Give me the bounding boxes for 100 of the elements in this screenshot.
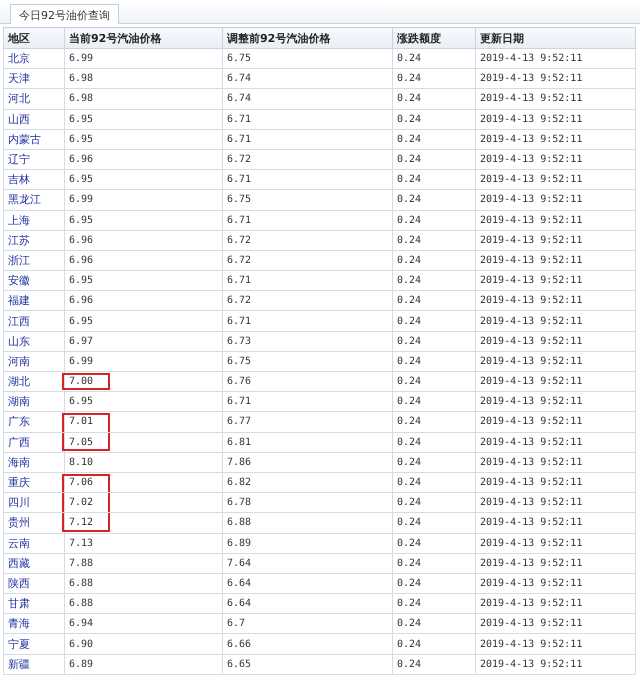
table-cell: 6.64 — [222, 573, 392, 594]
table-cell: 6.99 — [64, 48, 222, 69]
region-link[interactable]: 广东 — [4, 412, 64, 432]
table-cell: 6.95 — [64, 270, 222, 291]
region-link[interactable]: 黑龙江 — [4, 190, 64, 210]
region-link[interactable]: 甘肃 — [4, 594, 64, 614]
region-link[interactable]: 新疆 — [4, 654, 64, 674]
table-cell: 0.24 — [392, 533, 476, 554]
table-cell: 2019-4-13 9:52:11 — [476, 492, 636, 513]
table-cell: 6.96 — [64, 290, 222, 311]
region-link[interactable]: 天津 — [4, 68, 64, 89]
region-link[interactable]: 吉林 — [4, 170, 64, 190]
table-cell: 2019-4-13 9:52:11 — [476, 149, 636, 170]
table-cell: 7.64 — [222, 553, 392, 574]
region-link[interactable]: 重庆 — [4, 472, 64, 493]
region-link[interactable]: 上海 — [4, 210, 64, 230]
table-cell: 0.24 — [392, 432, 476, 452]
table-cell: 6.96 — [64, 250, 222, 271]
table-cell: 0.24 — [392, 573, 476, 594]
table-cell: 6.88 — [64, 573, 222, 594]
table-cell: 2019-4-13 9:52:11 — [476, 372, 636, 392]
table-cell: 6.66 — [222, 634, 392, 654]
region-link[interactable]: 浙江 — [4, 250, 64, 271]
table-cell: 6.95 — [64, 310, 222, 332]
region-link[interactable]: 福建 — [4, 290, 64, 311]
region-link[interactable]: 内蒙古 — [4, 129, 64, 150]
table-cell: 6.7 — [222, 614, 392, 634]
table-cell: 6.72 — [222, 230, 392, 250]
column-header: 涨跌额度 — [392, 28, 476, 48]
table-cell: 7.01 — [64, 412, 222, 432]
table-cell: 2019-4-13 9:52:11 — [476, 654, 636, 674]
table-cell: 6.95 — [64, 210, 222, 230]
table-cell: 0.24 — [392, 634, 476, 654]
table-cell: 2019-4-13 9:52:11 — [476, 88, 636, 110]
table-cell: 6.71 — [222, 210, 392, 230]
region-link[interactable]: 河南 — [4, 351, 64, 372]
table-cell: 0.24 — [392, 48, 476, 69]
table-cell: 2019-4-13 9:52:11 — [476, 48, 636, 69]
table-cell: 2019-4-13 9:52:11 — [476, 170, 636, 190]
table-cell: 6.81 — [222, 432, 392, 452]
table-cell: 6.64 — [222, 594, 392, 614]
region-link[interactable]: 安徽 — [4, 270, 64, 291]
region-link[interactable]: 江苏 — [4, 230, 64, 250]
table-cell: 0.24 — [392, 512, 476, 533]
table-cell: 2019-4-13 9:52:11 — [476, 270, 636, 291]
table-cell: 6.76 — [222, 372, 392, 392]
region-link[interactable]: 陕西 — [4, 573, 64, 594]
table-cell: 2019-4-13 9:52:11 — [476, 109, 636, 130]
table-cell: 2019-4-13 9:52:11 — [476, 594, 636, 614]
table-cell: 2019-4-13 9:52:11 — [476, 452, 636, 472]
table-cell: 0.24 — [392, 331, 476, 352]
table-cell: 0.24 — [392, 250, 476, 271]
table-cell: 6.75 — [222, 48, 392, 69]
region-link[interactable]: 广西 — [4, 432, 64, 452]
table-cell: 6.78 — [222, 492, 392, 513]
table-cell: 6.89 — [222, 533, 392, 554]
column-header: 调整前92号汽油价格 — [222, 28, 392, 48]
region-link[interactable]: 西藏 — [4, 553, 64, 574]
table-cell: 6.74 — [222, 88, 392, 110]
region-link[interactable]: 海南 — [4, 452, 64, 472]
table-cell: 8.10 — [64, 452, 222, 472]
region-link[interactable]: 四川 — [4, 492, 64, 513]
tab[interactable]: 今日92号油价查询 — [10, 4, 119, 24]
table-cell: 2019-4-13 9:52:11 — [476, 412, 636, 432]
table-cell: 6.71 — [222, 129, 392, 150]
column-header: 更新日期 — [476, 28, 636, 48]
table-cell: 2019-4-13 9:52:11 — [476, 432, 636, 452]
table-cell: 6.98 — [64, 88, 222, 110]
region-link[interactable]: 山东 — [4, 331, 64, 352]
table-cell: 6.88 — [222, 512, 392, 533]
region-link[interactable]: 湖北 — [4, 372, 64, 392]
region-link[interactable]: 江西 — [4, 310, 64, 332]
table-cell: 6.71 — [222, 170, 392, 190]
region-link[interactable]: 云南 — [4, 533, 64, 554]
table-cell: 2019-4-13 9:52:11 — [476, 634, 636, 654]
region-link[interactable]: 北京 — [4, 48, 64, 69]
table-cell: 2019-4-13 9:52:11 — [476, 331, 636, 352]
table-cell: 6.82 — [222, 472, 392, 493]
region-link[interactable]: 宁夏 — [4, 634, 64, 654]
table-cell: 0.24 — [392, 553, 476, 574]
table-cell: 0.24 — [392, 372, 476, 392]
table-cell: 6.95 — [64, 129, 222, 150]
table-cell: 2019-4-13 9:52:11 — [476, 472, 636, 493]
table-cell: 6.77 — [222, 412, 392, 432]
table-cell: 2019-4-13 9:52:11 — [476, 230, 636, 250]
table-cell: 6.99 — [64, 190, 222, 210]
table-cell: 0.24 — [392, 88, 476, 110]
region-link[interactable]: 辽宁 — [4, 149, 64, 170]
table-cell: 6.71 — [222, 270, 392, 291]
table-cell: 0.24 — [392, 492, 476, 513]
region-link[interactable]: 山西 — [4, 109, 64, 130]
table-cell: 0.24 — [392, 614, 476, 634]
region-link[interactable]: 贵州 — [4, 512, 64, 533]
table-cell: 6.94 — [64, 614, 222, 634]
table-cell: 6.99 — [64, 351, 222, 372]
region-link[interactable]: 河北 — [4, 88, 64, 110]
table-cell: 6.73 — [222, 331, 392, 352]
region-link[interactable]: 青海 — [4, 614, 64, 634]
table-cell: 0.24 — [392, 210, 476, 230]
region-link[interactable]: 湖南 — [4, 392, 64, 412]
